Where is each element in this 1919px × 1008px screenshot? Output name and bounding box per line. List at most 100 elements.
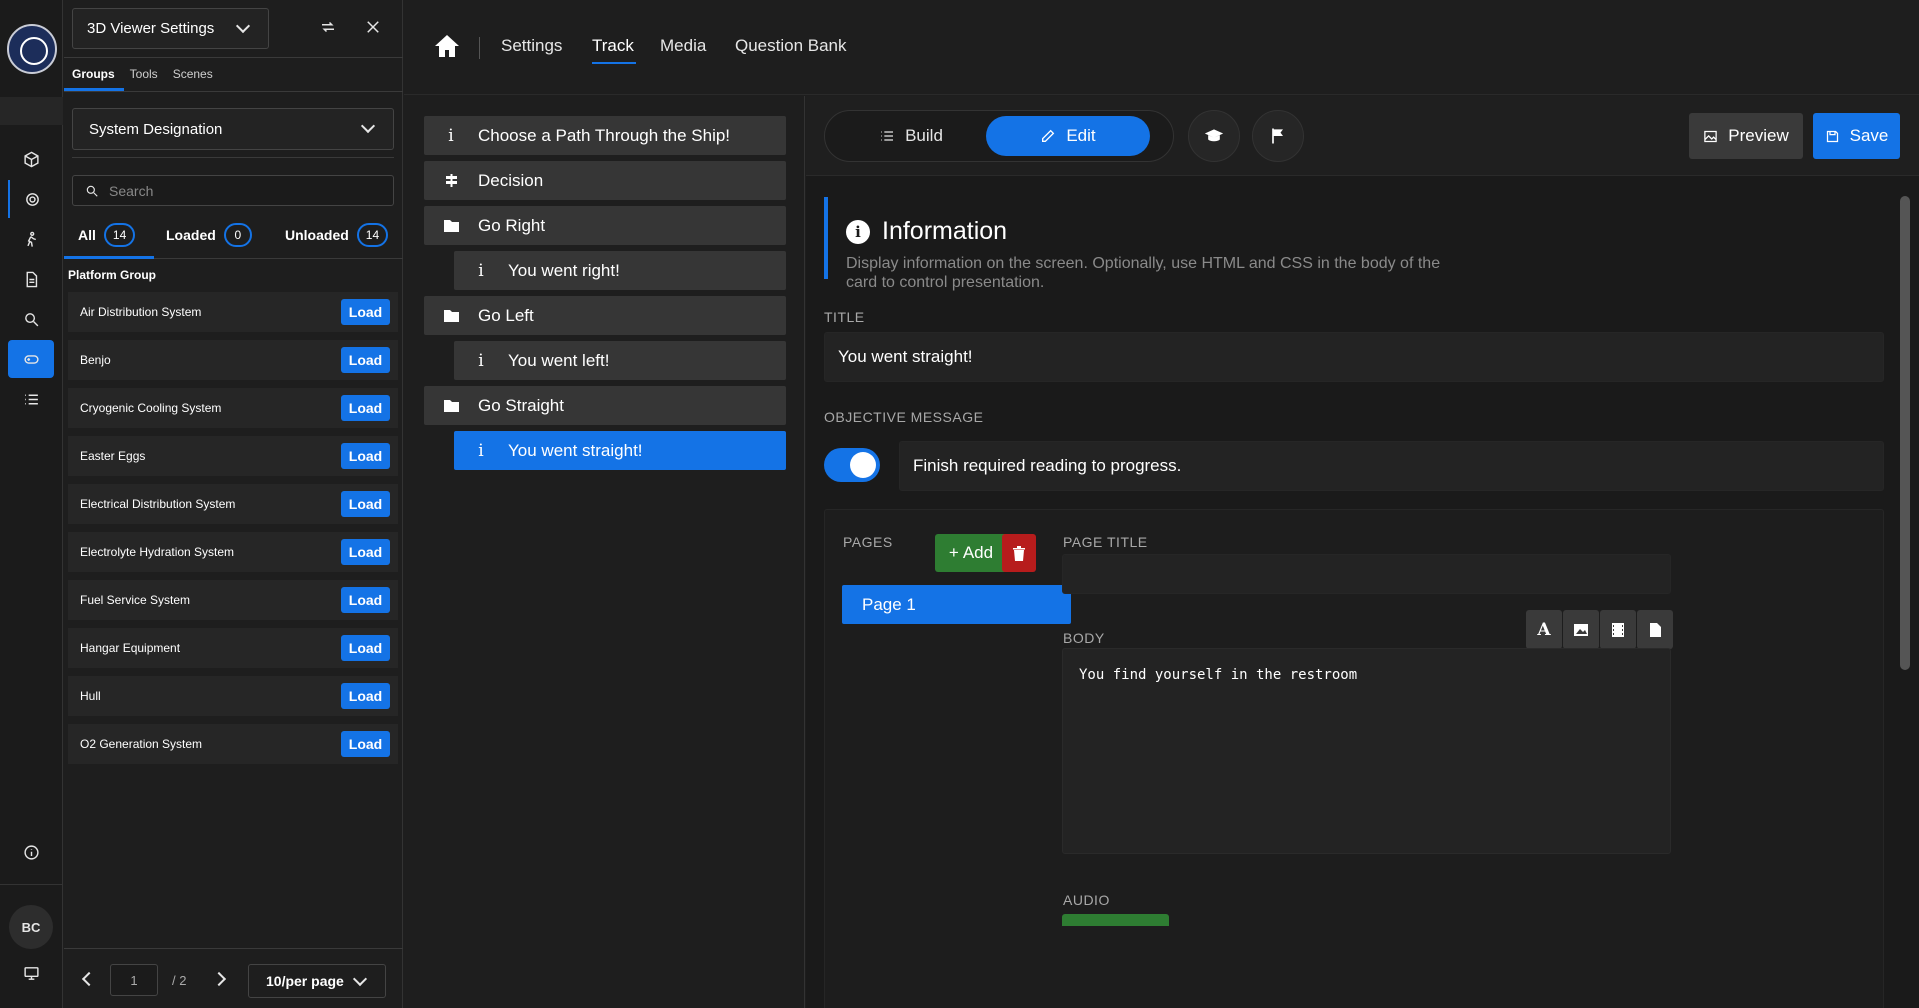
filter-loaded[interactable]: Loaded 0 [166,223,252,247]
info-icon: i [846,219,870,244]
page-number-input[interactable]: 1 [110,964,158,996]
insert-image-button[interactable] [1563,610,1599,649]
nav-settings[interactable]: Settings [501,36,562,56]
walk-icon [26,231,36,247]
tab-tools[interactable]: Tools [130,67,158,81]
user-avatar[interactable]: BC [9,905,53,949]
training-button[interactable] [1188,110,1240,162]
list-item: Cryogenic Cooling System Load [68,388,398,428]
load-button[interactable]: Load [341,539,390,565]
tab-scenes[interactable]: Scenes [173,67,213,81]
refresh-button[interactable] [315,14,341,40]
home-button[interactable] [434,34,460,58]
nav-question-bank[interactable]: Question Bank [735,36,847,56]
edit-button[interactable]: Edit [986,116,1150,156]
font-format-button[interactable]: A [1526,610,1562,649]
rail-list-button[interactable] [8,380,54,418]
gear-icon [25,192,39,206]
filter-loaded-count: 0 [223,223,252,247]
load-button[interactable]: Load [341,395,390,421]
close-icon [367,21,379,33]
rail-display-button[interactable] [8,954,54,992]
rail-search-button[interactable] [8,300,54,338]
filter-unloaded[interactable]: Unloaded 14 [285,223,389,247]
preview-label: Preview [1728,126,1789,145]
close-button[interactable] [360,14,386,40]
viewer-settings-dropdown[interactable]: 3D Viewer Settings [72,8,269,49]
folder-icon [424,309,478,322]
load-button[interactable]: Load [341,635,390,661]
rail-models-button[interactable] [8,140,54,178]
body-textarea[interactable]: You find yourself in the restroom [1062,648,1671,854]
chevron-down-icon [352,971,368,987]
objective-input[interactable]: Finish required reading to progress. [899,441,1884,491]
search-placeholder: Search [109,182,154,199]
delete-page-button[interactable] [1002,534,1036,572]
page-item[interactable]: Page 1 [842,585,1071,624]
build-button[interactable]: Build [831,116,991,156]
scrollbar[interactable] [1900,196,1910,670]
load-button[interactable]: Load [341,443,390,469]
info-icon: i [478,260,484,281]
insert-video-button[interactable] [1600,610,1636,649]
add-label: Add [962,543,994,562]
list-item: Electrical Distribution System Load [68,484,398,524]
load-button[interactable]: Load [341,347,390,373]
preview-button[interactable]: Preview [1689,113,1803,159]
tree-node[interactable]: Go Straight [424,386,786,425]
page-item-label: Page 1 [862,594,916,614]
chevron-right-icon[interactable] [211,971,227,987]
gamepad-icon [23,354,39,364]
title-input[interactable]: You went straight! [824,332,1884,382]
nav-media[interactable]: Media [660,36,706,56]
rail-documents-button[interactable] [8,260,54,298]
filter-all[interactable]: All 14 [78,223,136,247]
objective-label: OBJECTIVE MESSAGE [824,409,984,425]
group-by-select[interactable]: System Designation [72,108,394,150]
system-name: Electrolyte Hydration System [80,545,235,559]
rail-training-button[interactable] [8,340,54,378]
rail-settings-button[interactable] [8,180,54,218]
rail-info-button[interactable] [8,833,54,871]
add-page-button[interactable]: + Add [935,534,1007,572]
tab-groups[interactable]: Groups [72,67,115,81]
search-icon [24,312,38,326]
audio-upload-button[interactable] [1062,914,1169,926]
active-filter-indicator [64,256,154,259]
load-button[interactable]: Load [341,491,390,517]
insert-pdf-button[interactable] [1637,610,1673,649]
rail-walk-button[interactable] [8,220,54,258]
tree-node-label: You went straight! [508,440,643,460]
tree-node[interactable]: i You went right! [454,251,786,290]
page-title-input[interactable] [1062,554,1671,594]
save-button[interactable]: Save [1813,113,1900,159]
per-page-select[interactable]: 10/per page [248,964,386,998]
nav-divider [479,37,480,59]
nav-track[interactable]: Track [592,36,634,56]
tree-node[interactable]: Decision [424,161,786,200]
system-name: Cryogenic Cooling System [80,401,222,415]
search-input[interactable]: Search [72,175,394,206]
info-icon: i [448,125,454,146]
film-icon [1612,622,1624,637]
chevron-left-icon[interactable] [81,971,97,987]
rail-divider [0,884,63,885]
tree-node[interactable]: i You went left! [454,341,786,380]
load-button[interactable]: Load [341,299,390,325]
load-button[interactable]: Load [341,587,390,613]
load-button[interactable]: Load [341,731,390,757]
load-button[interactable]: Load [341,683,390,709]
tree-node[interactable]: i Choose a Path Through the Ship! [424,116,786,155]
folder-icon [424,219,478,232]
flag-button[interactable] [1252,110,1304,162]
tree-node-selected[interactable]: i You went straight! [454,431,786,470]
system-name: Easter Eggs [80,449,146,463]
app-logo[interactable] [7,24,57,74]
body-label: BODY [1063,630,1105,646]
objective-toggle[interactable] [824,448,880,482]
tree-node[interactable]: Go Right [424,206,786,245]
tree-node-label: Go Right [478,215,546,235]
folder-icon [424,399,478,412]
filter-unloaded-count: 14 [356,223,389,247]
tree-node[interactable]: Go Left [424,296,786,335]
